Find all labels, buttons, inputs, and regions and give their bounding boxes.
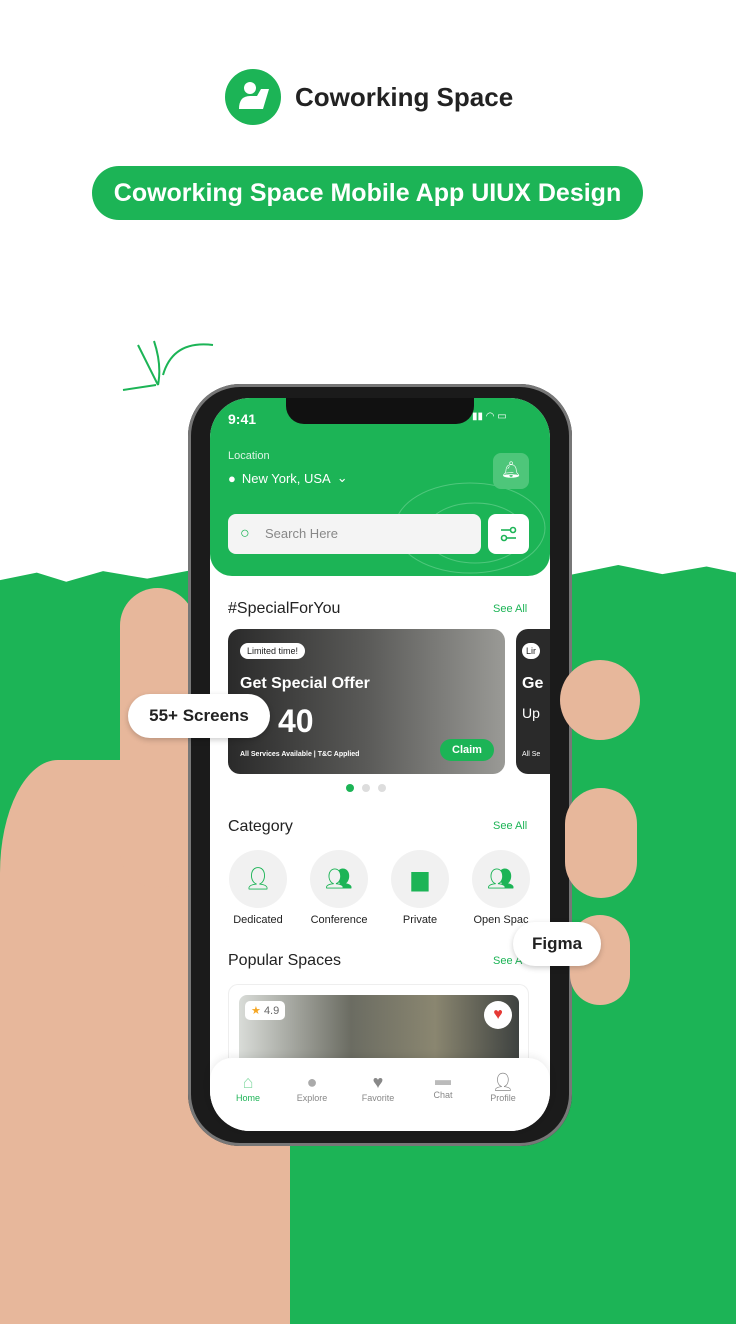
filter-icon — [500, 526, 517, 542]
conference-icon: 👥︎ — [310, 850, 368, 908]
category-label: Private — [402, 914, 438, 926]
nav-label: Home — [235, 1093, 260, 1103]
search-input[interactable]: ○ Search Here — [228, 514, 481, 554]
carousel-dots[interactable] — [346, 784, 386, 792]
category-open-space[interactable]: 👥︎ Open Spac — [461, 850, 541, 926]
category-label: Dedicated — [233, 914, 283, 926]
special-see-all[interactable]: See All — [493, 603, 527, 615]
nav-home[interactable]: ⌂ Home — [218, 1072, 278, 1103]
notification-bell-icon[interactable]: 🔔︎ — [493, 453, 529, 489]
offer-footer: All Services Available | T&C Applied — [240, 751, 360, 758]
open-space-icon: 👥︎ — [472, 850, 530, 908]
offer-title: Ge — [522, 675, 544, 692]
hand-finger — [560, 660, 640, 740]
offer-subtitle: Up — [522, 705, 540, 721]
space-card[interactable]: ★ 4.9 ♥ — [228, 984, 529, 1059]
offer-card[interactable]: Limited time! Get Special Offer 40 All S… — [228, 629, 505, 774]
category-conference[interactable]: 👥︎ Conference — [299, 850, 379, 926]
hand-finger — [565, 788, 637, 898]
chevron-down-icon: ⌄ — [336, 470, 348, 485]
figma-badge: Figma — [513, 922, 601, 966]
chat-icon: ▬ — [435, 1072, 451, 1089]
offer-tag: Lir — [522, 643, 541, 659]
offer-amount: 40 — [278, 703, 314, 739]
favorite-heart-icon[interactable]: ♥ — [484, 1001, 512, 1029]
search-icon: ○ — [240, 525, 250, 542]
private-desk-icon: ▆ — [391, 850, 449, 908]
location-value: New York, USA — [241, 470, 331, 486]
claim-button[interactable]: Claim — [440, 739, 494, 761]
star-icon: ★ — [251, 1005, 261, 1017]
special-title: #SpecialForYou — [228, 600, 341, 617]
nav-explore[interactable]: ● Explore — [282, 1072, 342, 1103]
rating-badge: ★ 4.9 — [245, 1001, 286, 1020]
offer-footer: All Se — [522, 751, 541, 758]
category-title: Category — [228, 818, 293, 835]
location-label: Location — [228, 450, 270, 462]
phone-screen: 9:41 ▮▮ ◠ ▭ Location ● New York, USA ⌄ 🔔… — [210, 398, 550, 1131]
bottom-nav: ⌂ Home ● Explore ♥ Favorite ▬ Chat 👤︎ Profile — [210, 1058, 550, 1131]
rating-value: 4.9 — [263, 1005, 280, 1017]
profile-icon: 👤︎ — [491, 1072, 515, 1092]
brand-logo — [225, 69, 281, 125]
doodle-icon — [122, 340, 214, 391]
location-selector[interactable]: ● New York, USA ⌄ — [228, 470, 348, 486]
nav-label: Chat — [433, 1090, 453, 1100]
hand-thumb — [120, 588, 195, 888]
offer-title: Get Special Offer — [240, 675, 370, 692]
popular-title: Popular Spaces — [228, 952, 341, 969]
nav-profile[interactable]: 👤︎ Profile — [473, 1072, 533, 1103]
nav-favorite[interactable]: ♥ Favorite — [348, 1072, 408, 1103]
search-placeholder: Search Here — [265, 526, 338, 541]
category-private[interactable]: ▆ Private — [380, 850, 460, 926]
dedicated-icon: 👤︎ — [229, 850, 287, 908]
nav-label: Favorite — [361, 1093, 395, 1103]
category-see-all[interactable]: See All — [493, 820, 527, 832]
heart-icon: ♥ — [372, 1072, 384, 1092]
brand-name: Coworking Space — [295, 82, 514, 112]
status-icons: ▮▮ ◠ ▭ — [472, 411, 507, 422]
nav-label: Profile — [490, 1093, 516, 1103]
home-icon: ⌂ — [242, 1072, 254, 1092]
category-list: 👤︎ Dedicated 👥︎ Conference ▆ Private 👥︎ Open… — [218, 850, 541, 926]
category-label: Conference — [310, 914, 368, 926]
offer-card-2[interactable]: Lir Ge Up All Se — [516, 629, 550, 774]
offer-tag: Limited time! — [240, 643, 306, 659]
notch — [286, 398, 474, 424]
nav-label: Explore — [296, 1093, 328, 1103]
location-pin-icon: ● — [228, 470, 236, 486]
tagline-banner: Coworking Space Mobile App UIUX Design — [92, 166, 643, 220]
status-time: 9:41 — [228, 411, 257, 427]
screens-count-badge: 55+ Screens — [128, 694, 270, 738]
category-dedicated[interactable]: 👤︎ Dedicated — [218, 850, 298, 926]
header: 9:41 ▮▮ ◠ ▭ Location ● New York, USA ⌄ 🔔… — [210, 398, 550, 576]
filter-button[interactable] — [488, 514, 529, 554]
explore-pin-icon: ● — [306, 1072, 318, 1092]
